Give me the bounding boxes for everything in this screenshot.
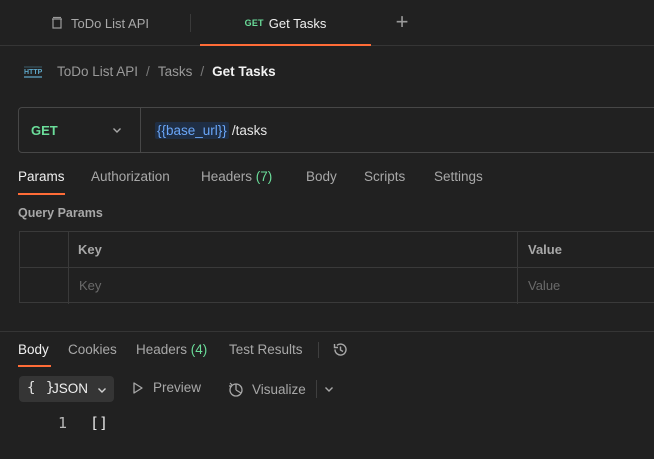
table-row: Key Value: [20, 268, 654, 304]
param-key-input[interactable]: Key: [79, 278, 101, 293]
visualize-label: Visualize: [252, 381, 306, 397]
url-bar: GET {{base_url}} /tasks: [18, 107, 654, 153]
tab-params[interactable]: Params: [18, 169, 65, 184]
tab-label: ToDo List API: [70, 15, 150, 31]
breadcrumb: ToDo List API / Tasks / Get Tasks: [57, 64, 276, 79]
method-select[interactable]: GET: [31, 108, 58, 152]
tab-settings[interactable]: Settings: [434, 169, 483, 184]
collection-icon: [51, 16, 62, 29]
tab-todo-list-api[interactable]: ToDo List API: [0, 0, 199, 46]
url-variable[interactable]: {{base_url}}: [155, 121, 229, 139]
http-icon: HTTP: [24, 66, 43, 78]
param-value-input[interactable]: Value: [528, 278, 560, 293]
response-tab-headers[interactable]: Headers (4): [136, 342, 207, 357]
format-label: JSON: [52, 381, 89, 396]
column-divider: [517, 232, 518, 304]
tab-headers-label: Headers: [201, 169, 253, 184]
response-headers-count: (4): [190, 342, 208, 357]
preview-button[interactable]: Preview: [132, 380, 201, 395]
query-params-table: Key Value Key Value: [19, 231, 654, 304]
active-tab-indicator: [18, 193, 65, 195]
tab-body[interactable]: Body: [306, 169, 337, 184]
breadcrumb-collection[interactable]: ToDo List API: [57, 64, 138, 79]
tab-headers[interactable]: Headers (7): [201, 169, 272, 184]
toolbar-divider: [318, 342, 319, 358]
response-divider: [0, 331, 654, 332]
table-header-row: Key Value: [20, 232, 654, 268]
breadcrumb-separator: /: [146, 64, 150, 79]
column-divider: [68, 232, 69, 304]
breadcrumb-separator: /: [200, 64, 205, 79]
active-tab-indicator: [200, 44, 371, 46]
breadcrumb-current[interactable]: Get Tasks: [212, 64, 276, 79]
column-header-key: Key: [78, 242, 102, 257]
visualize-button[interactable]: Visualize: [227, 380, 306, 398]
response-tab-headers-label: Headers: [136, 342, 188, 357]
new-tab-plus-icon[interactable]: +: [391, 11, 413, 34]
play-icon: [133, 381, 143, 394]
tab-label: Get Tasks: [268, 15, 327, 31]
format-select[interactable]: { } JSON: [19, 376, 114, 402]
response-code: []: [90, 414, 109, 432]
headers-count: (7): [255, 169, 273, 184]
toolbar-divider: [316, 380, 317, 398]
tab-divider: [190, 14, 191, 32]
tab-authorization[interactable]: Authorization: [91, 169, 170, 184]
tab-method-badge: GET: [244, 18, 264, 28]
line-number: 1: [58, 414, 68, 432]
url-path: /tasks: [231, 122, 268, 138]
response-tab-cookies[interactable]: Cookies: [68, 342, 117, 357]
response-tab-test-results[interactable]: Test Results: [229, 342, 303, 357]
url-divider: [140, 108, 141, 152]
svg-text:HTTP: HTTP: [24, 69, 43, 76]
url-input[interactable]: {{base_url}} /tasks: [155, 108, 267, 152]
chevron-down-icon[interactable]: [111, 124, 123, 136]
response-tab-body[interactable]: Body: [18, 342, 49, 357]
tab-get-tasks[interactable]: GET Get Tasks: [200, 0, 371, 46]
query-params-title: Query Params: [18, 206, 103, 220]
chevron-down-icon[interactable]: [323, 383, 335, 395]
preview-label: Preview: [153, 380, 202, 395]
chevron-down-icon: [98, 388, 106, 393]
active-tab-indicator: [18, 365, 51, 367]
column-header-value: Value: [528, 242, 562, 257]
visualize-icon: [229, 382, 243, 397]
tab-scripts[interactable]: Scripts: [364, 169, 405, 184]
breadcrumb-folder[interactable]: Tasks: [158, 64, 193, 79]
history-icon[interactable]: [332, 341, 349, 358]
